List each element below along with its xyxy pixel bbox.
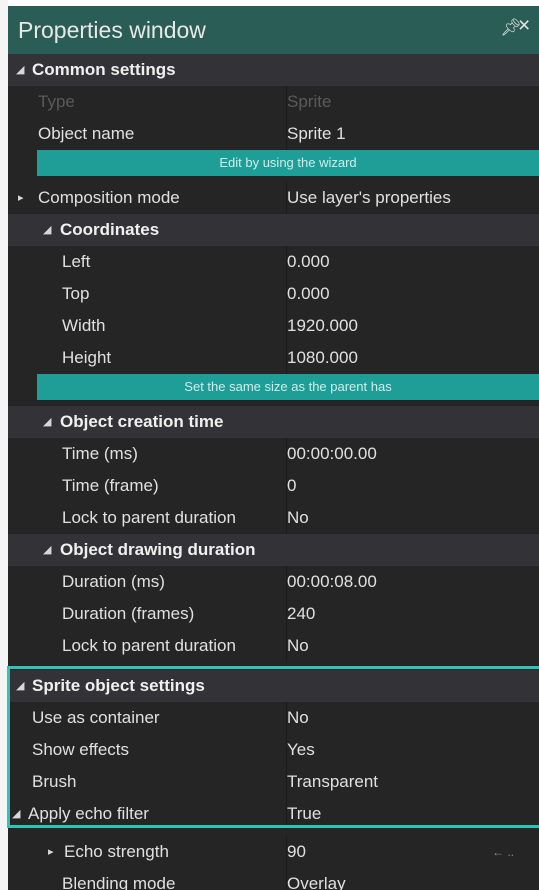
expanded-triangle-icon[interactable]: ◢ [43,534,51,566]
property-name: Duration (frames) [62,604,195,623]
property-row-time-ms[interactable]: Time (ms) 00:00:00.00 [8,438,539,470]
category-common-settings[interactable]: ◢ Common settings [8,54,539,86]
property-name: Brush [32,772,77,791]
property-row-apply-echo-filter[interactable]: ◢ Apply echo filter True [8,798,539,830]
property-value[interactable]: 1920.000 [286,310,358,342]
property-name: Height [62,348,112,367]
expanded-triangle-icon[interactable]: ◢ [12,798,20,830]
collapsed-triangle-icon[interactable]: ▸ [48,836,54,868]
property-value: Sprite [286,86,331,118]
same-size-as-parent-button[interactable]: Set the same size as the parent has [37,374,539,400]
property-name: Time (frame) [62,476,159,495]
property-row-height[interactable]: Height 1080.000 [8,342,539,374]
category-object-drawing-duration[interactable]: ◢ Object drawing duration [8,534,539,566]
property-name: Apply echo filter [28,804,149,823]
property-name: Lock to parent duration [62,508,236,527]
left-margin [0,0,8,890]
property-row-time-frame[interactable]: Time (frame) 0 [8,470,539,502]
property-row-width[interactable]: Width 1920.000 [8,310,539,342]
property-value[interactable]: Sprite 1 [286,118,346,150]
category-object-creation-time[interactable]: ◢ Object creation time [8,406,539,438]
property-name: Time (ms) [62,444,138,463]
property-name: Object name [38,124,135,143]
title-bar: Properties window 📌︎ × [8,6,539,54]
property-row-type[interactable]: Type Sprite [8,86,539,118]
property-value[interactable]: 00:00:08.00 [286,566,377,598]
property-row-brush[interactable]: Brush Transparent [8,766,539,798]
property-value[interactable]: No [286,502,309,534]
property-value[interactable]: No [286,702,309,734]
property-name: Echo strength [64,842,169,861]
property-value[interactable]: Transparent [286,766,378,798]
property-value[interactable]: 0.000 [286,278,330,310]
category-label: Common settings [32,60,176,79]
collapsed-triangle-icon[interactable]: ▸ [18,182,24,214]
property-name: Type [38,92,75,111]
property-row-blending-mode[interactable]: Blending mode Overlay [8,868,539,890]
property-value[interactable]: Overlay [286,868,346,890]
category-sprite-object-settings[interactable]: ◢ Sprite object settings [8,670,539,702]
property-name: Top [62,284,90,303]
edit-wizard-button[interactable]: Edit by using the wizard [37,150,539,176]
category-label: Object creation time [60,412,224,431]
property-row-left[interactable]: Left 0.000 [8,246,539,278]
property-value[interactable]: No [286,630,309,662]
reset-arrow-icon[interactable]: ← .. [492,836,514,868]
property-name: Show effects [32,740,130,759]
category-label: Sprite object settings [32,676,205,695]
property-row-echo-strength[interactable]: ▸ Echo strength 90 ← .. [8,836,539,868]
category-label: Object drawing duration [60,540,256,559]
property-name: Left [62,252,91,271]
property-row-top[interactable]: Top 0.000 [8,278,539,310]
property-value[interactable]: True [286,798,321,830]
expanded-triangle-icon[interactable]: ◢ [43,406,51,438]
property-name: Duration (ms) [62,572,165,591]
property-value[interactable]: 00:00:00.00 [286,438,377,470]
property-value[interactable]: 0.000 [286,246,330,278]
expanded-triangle-icon[interactable]: ◢ [16,670,24,702]
property-row-object-name[interactable]: Object name Sprite 1 [8,118,539,150]
property-value[interactable]: 0 [286,470,296,502]
property-value[interactable]: 90 [286,836,306,868]
property-row-composition-mode[interactable]: ▸ Composition mode Use layer's propertie… [8,182,539,214]
property-row-use-as-container[interactable]: Use as container No [8,702,539,734]
window-title: Properties window [18,17,206,43]
property-name: Lock to parent duration [62,636,236,655]
category-label: Coordinates [60,220,160,239]
property-value[interactable]: Use layer's properties [286,182,451,214]
category-coordinates[interactable]: ◢ Coordinates [8,214,539,246]
expanded-triangle-icon[interactable]: ◢ [43,214,51,246]
property-value[interactable]: 240 [286,598,315,630]
property-name: Use as container [32,708,160,727]
property-name: Composition mode [38,188,180,207]
property-row-show-effects[interactable]: Show effects Yes [8,734,539,766]
property-value[interactable]: 1080.000 [286,342,358,374]
property-row-lock-to-parent-duration[interactable]: Lock to parent duration No [8,630,539,662]
property-row-lock-to-parent[interactable]: Lock to parent duration No [8,502,539,534]
property-row-duration-frames[interactable]: Duration (frames) 240 [8,598,539,630]
expanded-triangle-icon[interactable]: ◢ [16,54,24,86]
property-value[interactable]: Yes [286,734,315,766]
property-name: Width [62,316,106,335]
property-name: Blending mode [62,874,176,890]
property-row-duration-ms[interactable]: Duration (ms) 00:00:08.00 [8,566,539,598]
close-icon[interactable]: × [518,14,530,38]
properties-panel: Properties window 📌︎ × ◢ Common settings… [8,6,539,890]
